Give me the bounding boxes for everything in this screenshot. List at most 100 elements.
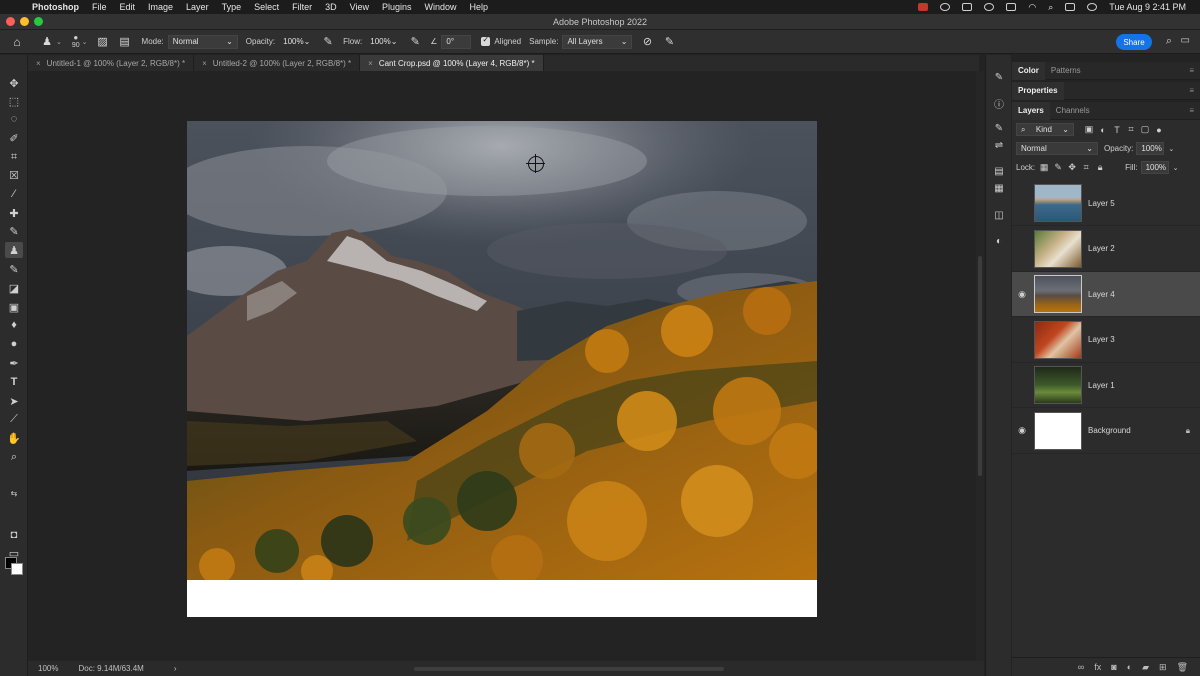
status-arrow-icon[interactable]: › bbox=[174, 664, 177, 673]
new-adjustment-icon[interactable]: ◐ bbox=[1127, 662, 1132, 672]
menu-filter[interactable]: Filter bbox=[292, 2, 312, 12]
menu-edit[interactable]: Edit bbox=[120, 2, 136, 12]
layer-name[interactable]: Layer 4 bbox=[1088, 290, 1115, 299]
quick-select-tool-icon[interactable]: ✐ bbox=[5, 130, 23, 146]
blend-mode-dropdown[interactable]: Normal ⌄ bbox=[1016, 142, 1098, 155]
layer-row[interactable]: Layer 5 bbox=[1012, 181, 1200, 226]
swap-colors-icon[interactable]: ⇆ bbox=[5, 485, 23, 501]
link-layers-icon[interactable]: ∞ bbox=[1078, 662, 1084, 672]
visibility-eye-icon[interactable]: ◉ bbox=[1017, 289, 1027, 299]
kind-filter-dropdown[interactable]: ⌕ Kind ⌄ bbox=[1016, 123, 1074, 136]
menu-select[interactable]: Select bbox=[254, 2, 279, 12]
panel-menu-icon[interactable]: ≡ bbox=[1189, 106, 1194, 115]
siri-icon[interactable] bbox=[1087, 3, 1098, 11]
brush-settings-icon[interactable]: ▨ bbox=[96, 35, 110, 49]
menu-3d[interactable]: 3D bbox=[325, 2, 337, 12]
pressure-size-icon[interactable]: ✎ bbox=[662, 35, 676, 49]
panel-menu-icon[interactable]: ≡ bbox=[1189, 86, 1194, 95]
layer-thumbnail[interactable] bbox=[1034, 275, 1082, 313]
close-tab-icon[interactable]: × bbox=[202, 59, 207, 68]
layer-thumbnail[interactable] bbox=[1034, 366, 1082, 404]
menu-plugins[interactable]: Plugins bbox=[382, 2, 412, 12]
notes-icon[interactable]: ▦ bbox=[993, 182, 1005, 194]
layer-thumbnail[interactable] bbox=[1034, 184, 1082, 222]
layer-lock-icon[interactable]: 🔒︎ bbox=[1186, 426, 1190, 436]
zoom-window-icon[interactable] bbox=[34, 17, 43, 26]
minimize-window-icon[interactable] bbox=[20, 17, 29, 26]
document-canvas[interactable] bbox=[187, 121, 817, 617]
marquee-tool-icon[interactable]: ⬚ bbox=[5, 93, 23, 109]
blur-tool-icon[interactable]: ♦ bbox=[5, 317, 23, 333]
lock-all-icon[interactable]: 🔒︎ bbox=[1095, 162, 1105, 173]
history-icon[interactable]: ▤ bbox=[993, 165, 1005, 177]
fill-field[interactable]: 100% bbox=[1140, 161, 1169, 174]
brush-size-chevron-icon[interactable]: ⌄ bbox=[82, 38, 88, 46]
tab-properties[interactable]: Properties bbox=[1012, 81, 1064, 100]
tab-patterns[interactable]: Patterns bbox=[1045, 62, 1087, 80]
tab-untitled-1[interactable]: × Untitled-1 @ 100% (Layer 2, RGB/8*) * bbox=[28, 55, 195, 71]
tab-cant-crop[interactable]: × Cant Crop.psd @ 100% (Layer 4, RGB/8*) … bbox=[360, 55, 544, 71]
battery-icon[interactable] bbox=[1006, 3, 1017, 11]
lock-position-icon[interactable]: ✥ bbox=[1067, 162, 1077, 173]
new-group-icon[interactable]: ▰ bbox=[1142, 662, 1149, 673]
search-menu-icon[interactable]: ⌕ bbox=[1048, 2, 1053, 13]
hand-tool-icon[interactable]: ✋ bbox=[5, 430, 23, 446]
visibility-eye-icon[interactable] bbox=[1017, 244, 1027, 254]
preset-chevron-icon[interactable]: ⌄ bbox=[56, 38, 62, 46]
layer-name[interactable]: Layer 3 bbox=[1088, 335, 1115, 344]
zoom-level[interactable]: 100% bbox=[38, 664, 58, 673]
menu-type[interactable]: Type bbox=[222, 2, 242, 12]
healing-brush-tool-icon[interactable]: ✚ bbox=[5, 205, 23, 221]
pen-tool-icon[interactable]: ✒ bbox=[5, 355, 23, 371]
layer-row[interactable]: ◉ Layer 4 bbox=[1012, 272, 1200, 317]
menu-file[interactable]: File bbox=[92, 2, 107, 12]
visibility-eye-icon[interactable] bbox=[1017, 380, 1027, 390]
filter-shape-icon[interactable]: ⌗ bbox=[1126, 124, 1136, 135]
tab-color[interactable]: Color bbox=[1012, 61, 1045, 80]
vertical-scrollbar[interactable] bbox=[976, 71, 984, 661]
layer-thumbnail[interactable] bbox=[1034, 229, 1082, 268]
angle-field[interactable]: 0° bbox=[441, 34, 472, 49]
new-layer-icon[interactable]: ⊞ bbox=[1159, 662, 1167, 673]
airbrush-icon[interactable]: ✎ bbox=[408, 35, 422, 49]
menu-help[interactable]: Help bbox=[470, 2, 489, 12]
visibility-eye-icon[interactable] bbox=[1017, 198, 1027, 208]
lock-transparent-icon[interactable]: ▦ bbox=[1039, 162, 1049, 173]
opacity-field[interactable]: 100% ⌄ bbox=[279, 35, 313, 49]
horizontal-scroll-thumb[interactable] bbox=[414, 667, 724, 671]
fill-chevron-icon[interactable]: ⌄ bbox=[1173, 164, 1179, 172]
add-mask-icon[interactable]: ◙ bbox=[1111, 662, 1116, 672]
frame-tool-icon[interactable]: ☒ bbox=[5, 167, 23, 183]
layer-thumbnail[interactable] bbox=[1034, 411, 1082, 450]
layer-name[interactable]: Layer 2 bbox=[1088, 244, 1115, 253]
control-center-icon[interactable] bbox=[1065, 3, 1076, 11]
menu-image[interactable]: Image bbox=[148, 2, 173, 12]
crop-tool-icon[interactable]: ⌗ bbox=[5, 149, 23, 165]
menu-window[interactable]: Window bbox=[425, 2, 457, 12]
lock-artboard-icon[interactable]: ⌗ bbox=[1081, 162, 1091, 173]
vertical-scroll-thumb[interactable] bbox=[978, 256, 982, 476]
workspace-icon[interactable]: ▭ bbox=[1181, 35, 1190, 46]
visibility-eye-icon[interactable] bbox=[1017, 335, 1027, 345]
close-tab-icon[interactable]: × bbox=[36, 59, 41, 68]
canvas-area[interactable] bbox=[28, 71, 975, 661]
clone-source-icon[interactable]: ▤ bbox=[118, 35, 132, 49]
layer-row[interactable]: Layer 1 bbox=[1012, 363, 1200, 408]
search-icon[interactable]: ⌕ bbox=[1166, 35, 1172, 48]
tab-channels[interactable]: Channels bbox=[1050, 102, 1096, 120]
home-icon[interactable]: ⌂ bbox=[10, 35, 24, 49]
eyedropper-tool-icon[interactable]: ⁄ bbox=[5, 186, 23, 202]
dodge-tool-icon[interactable]: ● bbox=[5, 336, 23, 352]
path-select-tool-icon[interactable]: ➤ bbox=[5, 393, 23, 409]
pressure-opacity-icon[interactable]: ✎ bbox=[321, 35, 335, 49]
mode-dropdown[interactable]: Normal ⌄ bbox=[167, 34, 238, 49]
brush-size-picker[interactable]: ● 90 bbox=[72, 33, 80, 50]
tab-layers[interactable]: Layers bbox=[1012, 101, 1050, 120]
play-icon[interactable] bbox=[984, 3, 995, 11]
libraries-icon[interactable]: ◫ bbox=[993, 209, 1005, 221]
screen-mode-icon[interactable]: ▭ bbox=[5, 545, 23, 561]
lock-pixels-icon[interactable]: ✎ bbox=[1053, 162, 1063, 173]
visibility-eye-icon[interactable]: ◉ bbox=[1017, 425, 1027, 436]
layer-name[interactable]: Layer 5 bbox=[1088, 199, 1115, 208]
panel-menu-icon[interactable]: ≡ bbox=[1189, 66, 1194, 75]
